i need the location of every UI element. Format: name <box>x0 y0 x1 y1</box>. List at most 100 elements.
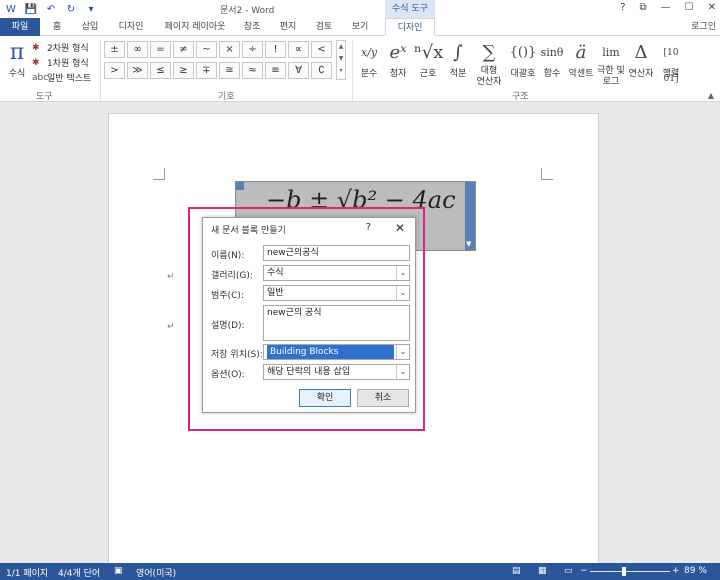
help-icon[interactable]: ? <box>366 222 371 233</box>
read-mode-icon[interactable]: ▤ <box>512 566 521 576</box>
help-icon[interactable]: ? <box>620 2 625 13</box>
matrix-button[interactable]: [10 01] 행렬 <box>656 40 686 84</box>
symbol-button[interactable]: ≡ <box>265 62 286 79</box>
customize-qat-icon[interactable]: ▾ <box>84 2 98 16</box>
save-in-select[interactable]: Building Blocks ⌄ <box>263 344 410 360</box>
professional-label: 2차원 형식 <box>47 44 89 54</box>
tab-equation-design[interactable]: 디자인 <box>385 18 435 36</box>
integral-label: 적분 <box>449 69 467 79</box>
save-icon[interactable]: 💾 <box>24 2 38 16</box>
save-in-label: 저장 위치(S): <box>211 350 263 360</box>
structures-group-label: 구조 <box>512 92 529 102</box>
accent-button[interactable]: ä 악센트 <box>566 40 596 79</box>
description-field[interactable]: new근의 공식 <box>263 305 410 341</box>
word-app-icon[interactable]: W <box>4 2 18 16</box>
close-icon[interactable]: ✕ <box>395 221 405 235</box>
name-field[interactable]: new근의공식 <box>263 245 410 261</box>
tab-references[interactable]: 참조 <box>240 18 264 36</box>
tab-home[interactable]: 홈 <box>48 18 66 36</box>
proofing-icon[interactable]: ▣ <box>114 566 123 576</box>
chevron-down-icon[interactable]: ⌄ <box>396 286 409 300</box>
zoom-slider-thumb[interactable] <box>622 567 626 576</box>
symbol-button[interactable]: = <box>150 41 171 58</box>
symbol-gallery-scroll[interactable]: ▲ ▼ ▾ <box>336 40 346 80</box>
symbol-button[interactable]: ÷ <box>242 41 263 58</box>
symbol-button[interactable]: ∁ <box>311 62 332 79</box>
zoom-out-icon[interactable]: − <box>580 566 588 576</box>
category-select[interactable]: 일반 ⌄ <box>263 285 410 301</box>
symbol-button[interactable]: ≈ <box>242 62 263 79</box>
format-icon: ✱ <box>32 57 40 68</box>
symbols-group-label: 기호 <box>218 92 235 102</box>
chevron-down-icon[interactable]: ⌄ <box>396 266 409 280</box>
print-layout-icon[interactable]: ▦ <box>538 566 547 576</box>
minimize-icon[interactable]: — <box>661 2 671 13</box>
script-button[interactable]: eˣ 첨자 <box>384 40 412 79</box>
equation-handle[interactable] <box>236 182 244 190</box>
chevron-down-icon[interactable]: ⌄ <box>396 345 409 359</box>
tab-file[interactable]: 파일 <box>0 18 40 36</box>
tab-page-layout[interactable]: 페이지 레이아웃 <box>160 18 230 36</box>
chevron-down-icon[interactable]: ⌄ <box>396 365 409 379</box>
symbol-button[interactable]: ≥ <box>173 62 194 79</box>
tab-insert[interactable]: 삽입 <box>78 18 102 36</box>
radical-button[interactable]: ⁿ√x 근호 <box>414 40 444 79</box>
symbol-button[interactable]: ≅ <box>219 62 240 79</box>
symbol-button[interactable]: < <box>311 41 332 58</box>
normal-text-label: 일반 텍스트 <box>47 74 92 84</box>
symbol-button[interactable]: ∞ <box>127 41 148 58</box>
symbol-button[interactable]: ~ <box>196 41 217 58</box>
equation-button[interactable]: π 수식 <box>4 40 30 79</box>
options-label: 옵션(O): <box>211 370 245 380</box>
symbol-button[interactable]: ≫ <box>127 62 148 79</box>
zoom-in-icon[interactable]: + <box>672 566 680 576</box>
fraction-button[interactable]: x/y 분수 <box>356 40 382 79</box>
gallery-select[interactable]: 수식 ⌄ <box>263 265 410 281</box>
web-layout-icon[interactable]: ▭ <box>564 566 573 576</box>
function-button[interactable]: sinθ 함수 <box>538 40 566 79</box>
chevron-down-icon: ▼ <box>466 240 472 248</box>
large-operator-button[interactable]: ∑ 대형 연산자 <box>472 40 506 88</box>
symbol-button[interactable]: ∀ <box>288 62 309 79</box>
cancel-button[interactable]: 취소 <box>357 389 409 407</box>
zoom-level[interactable]: 89 % <box>684 566 707 576</box>
limit-log-button[interactable]: lim 극한 및 로그 <box>596 40 626 88</box>
function-icon: sinθ <box>540 46 564 59</box>
close-window-icon[interactable]: ✕ <box>708 2 716 13</box>
tab-review[interactable]: 검토 <box>312 18 336 36</box>
ribbon-display-icon[interactable]: ⧉ <box>640 2 647 13</box>
radical-icon: ⁿ√x <box>414 42 444 63</box>
maximize-icon[interactable]: ☐ <box>685 2 694 13</box>
symbol-button[interactable]: > <box>104 62 125 79</box>
tab-view[interactable]: 보기 <box>348 18 372 36</box>
symbol-button[interactable]: ! <box>265 41 286 58</box>
redo-icon[interactable]: ↻ <box>64 2 78 16</box>
dialog-title: 새 문서 블록 만들기 <box>211 226 286 236</box>
options-select[interactable]: 해당 단락의 내용 삽입 ⌄ <box>263 364 410 380</box>
equation-options-tab[interactable]: ▼ <box>465 182 475 250</box>
normal-text-button[interactable]: abc 일반 텍스트 <box>32 71 92 85</box>
integral-button[interactable]: ∫ 적분 <box>444 40 472 79</box>
symbol-button[interactable]: ∝ <box>288 41 309 58</box>
limit-icon: lim <box>602 46 620 59</box>
symbol-button[interactable]: × <box>219 41 240 58</box>
symbol-button[interactable]: ± <box>104 41 125 58</box>
radical-label: 근호 <box>419 69 437 79</box>
sign-in-link[interactable]: 로그인 <box>691 18 716 36</box>
professional-format-button[interactable]: ✱ 2차원 형식 <box>32 41 89 55</box>
operator-button[interactable]: Δ 연산자 <box>626 40 656 79</box>
language-indicator[interactable]: 영어(미국) <box>136 566 176 579</box>
collapse-ribbon-icon[interactable]: ▲ <box>708 91 714 100</box>
undo-icon[interactable]: ↶ <box>44 2 58 16</box>
word-count[interactable]: 4/4개 단어 <box>58 566 100 579</box>
linear-format-button[interactable]: ✱ 1차원 형식 <box>32 56 89 70</box>
ok-button[interactable]: 확인 <box>299 389 351 407</box>
tab-design[interactable]: 디자인 <box>114 18 148 36</box>
symbol-button[interactable]: ≤ <box>150 62 171 79</box>
symbol-button[interactable]: ≠ <box>173 41 194 58</box>
zoom-slider[interactable] <box>590 571 670 572</box>
page-count[interactable]: 1/1 페이지 <box>6 566 48 579</box>
bracket-button[interactable]: {()} 대괄호 <box>508 40 538 79</box>
symbol-button[interactable]: ∓ <box>196 62 217 79</box>
tab-mailings[interactable]: 편지 <box>276 18 300 36</box>
